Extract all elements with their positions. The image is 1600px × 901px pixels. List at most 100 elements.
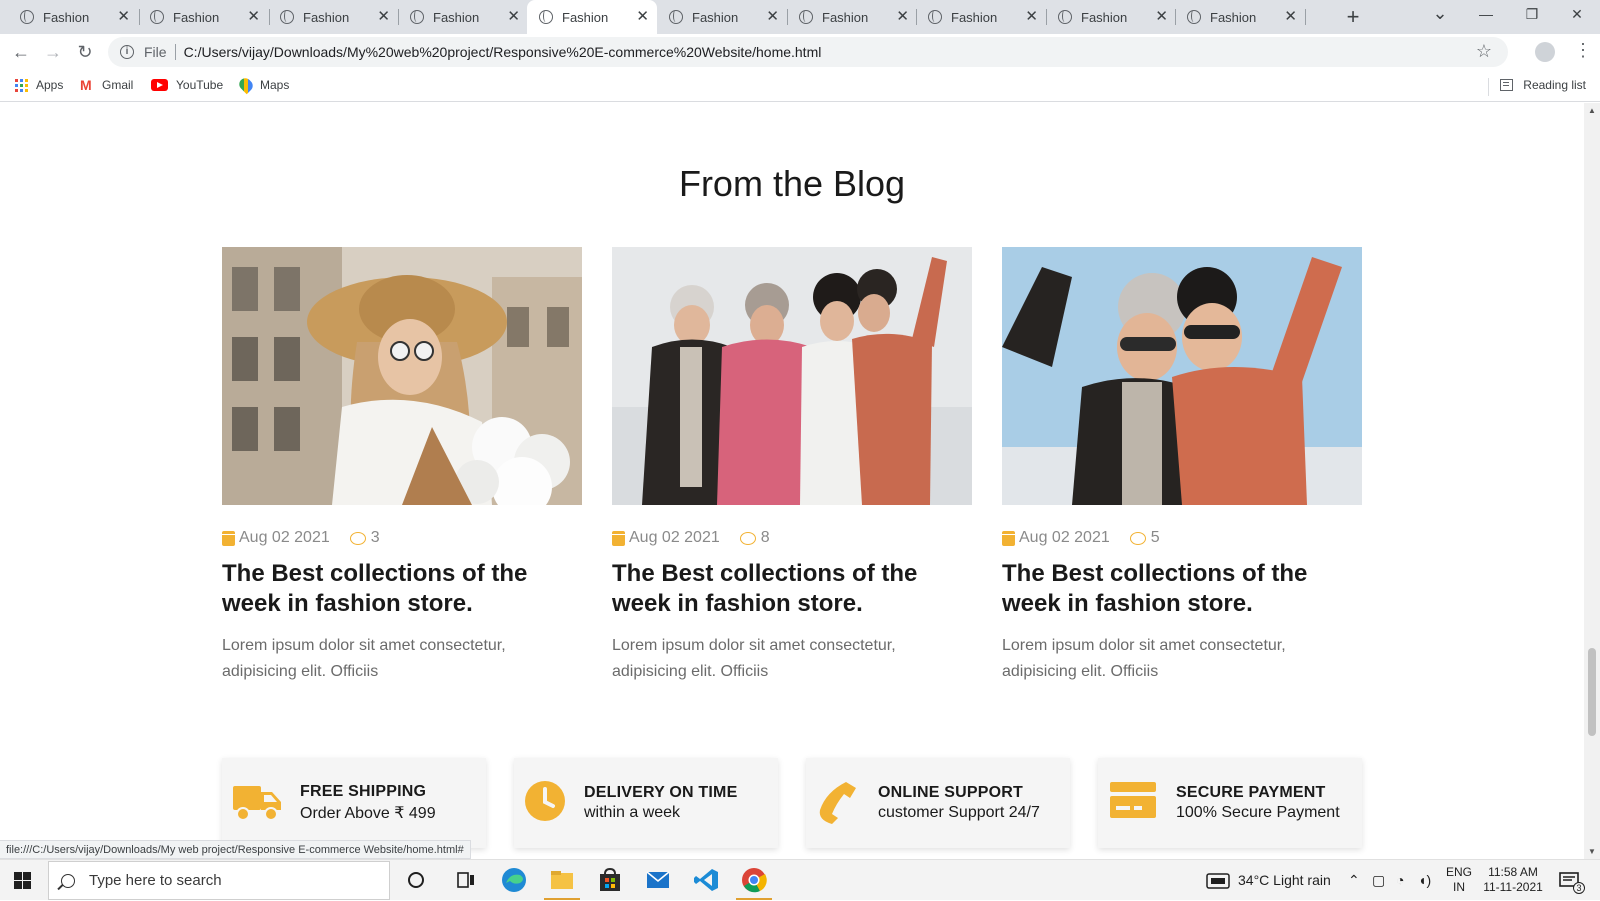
feature-subtitle: Order Above ₹ 499 bbox=[300, 805, 436, 822]
browser-tab[interactable]: Fashion ✕ bbox=[268, 0, 398, 34]
blog-image-woman-hat[interactable] bbox=[222, 247, 582, 505]
task-view-icon[interactable] bbox=[452, 867, 480, 893]
tab-title: Fashion bbox=[692, 9, 739, 25]
vscode-icon[interactable] bbox=[692, 867, 720, 893]
credit-card-icon bbox=[1108, 780, 1158, 826]
profile-avatar[interactable] bbox=[1535, 42, 1555, 62]
forward-button[interactable]: → bbox=[42, 41, 64, 63]
close-tab-icon[interactable]: ✕ bbox=[1284, 9, 1297, 25]
close-tab-icon[interactable]: ✕ bbox=[117, 9, 130, 25]
tab-search-button[interactable]: ⌄ bbox=[1425, 3, 1455, 24]
browser-tab[interactable]: Fashion ✕ bbox=[657, 0, 787, 34]
close-tab-icon[interactable]: ✕ bbox=[896, 9, 909, 25]
chrome-icon[interactable] bbox=[740, 867, 768, 893]
blog-image-group-winter[interactable] bbox=[612, 247, 972, 505]
bookmark-label: YouTube bbox=[176, 78, 224, 92]
file-explorer-icon[interactable] bbox=[548, 867, 576, 893]
browser-tab-active[interactable]: Fashion ✕ bbox=[527, 0, 657, 34]
tab-title: Fashion bbox=[433, 9, 480, 25]
close-tab-icon[interactable]: ✕ bbox=[507, 9, 520, 25]
browser-tab[interactable]: Fashion ✕ bbox=[916, 0, 1046, 34]
cortana-icon[interactable] bbox=[404, 867, 432, 893]
back-button[interactable]: ← bbox=[10, 41, 32, 63]
close-tab-icon[interactable]: ✕ bbox=[1025, 9, 1038, 25]
url-text[interactable]: C:/Users/vijay/Downloads/My%20web%20proj… bbox=[184, 44, 822, 60]
feature-subtitle: within a week bbox=[584, 804, 681, 821]
comment-icon bbox=[349, 531, 366, 545]
close-tab-icon[interactable]: ✕ bbox=[766, 9, 779, 25]
calendar-icon bbox=[1002, 530, 1015, 546]
language-indicator[interactable]: ENG IN bbox=[1444, 865, 1474, 895]
reload-button[interactable]: ↻ bbox=[74, 41, 96, 63]
tab-title: Fashion bbox=[951, 9, 998, 25]
browser-tab[interactable]: Fashion ✕ bbox=[398, 0, 528, 34]
post-excerpt: Lorem ipsum dolor sit amet consectetur, … bbox=[1002, 637, 1286, 680]
tab-title: Fashion bbox=[1081, 9, 1128, 25]
post-date: Aug 02 2021 bbox=[1019, 529, 1110, 546]
meet-now-icon[interactable]: ▢ bbox=[1372, 860, 1385, 901]
weather-text[interactable]: 34°C Light rain bbox=[1238, 860, 1331, 901]
close-window-button[interactable]: ✕ bbox=[1562, 6, 1592, 23]
restore-button[interactable]: ❐ bbox=[1517, 6, 1547, 23]
globe-icon bbox=[20, 10, 34, 24]
language-line1: ENG bbox=[1445, 865, 1472, 879]
post-title[interactable]: The Best collections of the week in fash… bbox=[612, 559, 972, 619]
windows-start-icon[interactable] bbox=[14, 872, 31, 889]
scheme-label: File bbox=[144, 44, 167, 60]
page-scrollbar[interactable]: ▲ ▼ bbox=[1584, 103, 1600, 859]
scroll-down-arrow-icon[interactable]: ▼ bbox=[1588, 847, 1596, 856]
post-date: Aug 02 2021 bbox=[239, 529, 330, 546]
clock[interactable]: 11:58 AM 11-11-2021 bbox=[1478, 865, 1548, 895]
feature-subtitle: customer Support 24/7 bbox=[878, 804, 1040, 821]
close-tab-icon[interactable]: ✕ bbox=[377, 9, 390, 25]
globe-icon bbox=[410, 10, 424, 24]
feature-box: SECURE PAYMENT 100% Secure Payment bbox=[1098, 758, 1362, 848]
blog-image-friends-sky[interactable] bbox=[1002, 247, 1362, 505]
browser-tab[interactable]: Fashion ✕ bbox=[8, 0, 138, 34]
scroll-thumb[interactable] bbox=[1588, 648, 1596, 736]
tray-overflow-icon[interactable]: ⌃ bbox=[1348, 860, 1360, 901]
close-tab-icon[interactable]: ✕ bbox=[1155, 9, 1168, 25]
tab-title: Fashion bbox=[173, 9, 220, 25]
post-title[interactable]: The Best collections of the week in fash… bbox=[1002, 559, 1362, 619]
blog-card[interactable]: Aug 02 2021 3 The Best collections of th… bbox=[222, 247, 582, 685]
weather-icon[interactable] bbox=[1206, 860, 1230, 901]
bookmark-maps[interactable]: Maps bbox=[236, 75, 289, 95]
post-title[interactable]: The Best collections of the week in fash… bbox=[222, 559, 582, 619]
network-icon[interactable]: ◔ bbox=[1396, 860, 1404, 901]
feature-box: FREE SHIPPING Order Above ₹ 499 bbox=[222, 758, 486, 848]
site-info-icon[interactable]: i bbox=[120, 45, 134, 59]
phone-icon bbox=[816, 780, 858, 826]
globe-icon bbox=[928, 10, 942, 24]
bookmark-youtube[interactable]: YouTube bbox=[151, 78, 223, 92]
edge-browser-icon[interactable] bbox=[500, 867, 528, 893]
scroll-up-arrow-icon[interactable]: ▲ bbox=[1588, 106, 1596, 115]
reading-list-button[interactable]: Reading list bbox=[1500, 78, 1586, 92]
blog-card[interactable]: Aug 02 2021 5 The Best collections of th… bbox=[1002, 247, 1362, 685]
feature-title: SECURE PAYMENT bbox=[1176, 784, 1326, 801]
close-tab-icon[interactable]: ✕ bbox=[247, 9, 260, 25]
bookmark-apps[interactable]: Apps bbox=[15, 78, 63, 92]
store-icon[interactable] bbox=[596, 867, 624, 893]
tab-separator bbox=[1305, 9, 1306, 25]
browser-tab[interactable]: Fashion ✕ bbox=[787, 0, 917, 34]
mail-icon[interactable] bbox=[644, 867, 672, 893]
blog-card[interactable]: Aug 02 2021 8 The Best collections of th… bbox=[612, 247, 972, 685]
browser-menu-icon[interactable]: ⋮ bbox=[1574, 40, 1592, 61]
feature-title: DELIVERY ON TIME bbox=[584, 784, 738, 801]
notification-center-icon[interactable] bbox=[1558, 860, 1582, 901]
taskbar-search-box[interactable]: Type here to search bbox=[48, 861, 390, 900]
address-bar[interactable]: i File C:/Users/vijay/Downloads/My%20web… bbox=[108, 37, 1508, 67]
browser-tab[interactable]: Fashion ✕ bbox=[1175, 0, 1305, 34]
volume-icon[interactable]: ◖) bbox=[1418, 860, 1431, 901]
comment-count: 8 bbox=[760, 529, 770, 546]
close-tab-icon[interactable]: ✕ bbox=[636, 9, 649, 25]
new-tab-button[interactable]: + bbox=[1340, 4, 1366, 30]
bookmarks-bar: Apps M Gmail YouTube Maps Reading list bbox=[0, 70, 1600, 102]
bookmark-gmail[interactable]: M Gmail bbox=[80, 78, 133, 92]
bookmark-star-icon[interactable]: ☆ bbox=[1476, 41, 1492, 62]
clock-time: 11:58 AM bbox=[1488, 865, 1538, 879]
browser-tab[interactable]: Fashion ✕ bbox=[1046, 0, 1176, 34]
minimize-button[interactable]: — bbox=[1471, 6, 1501, 22]
browser-tab[interactable]: Fashion ✕ bbox=[138, 0, 268, 34]
